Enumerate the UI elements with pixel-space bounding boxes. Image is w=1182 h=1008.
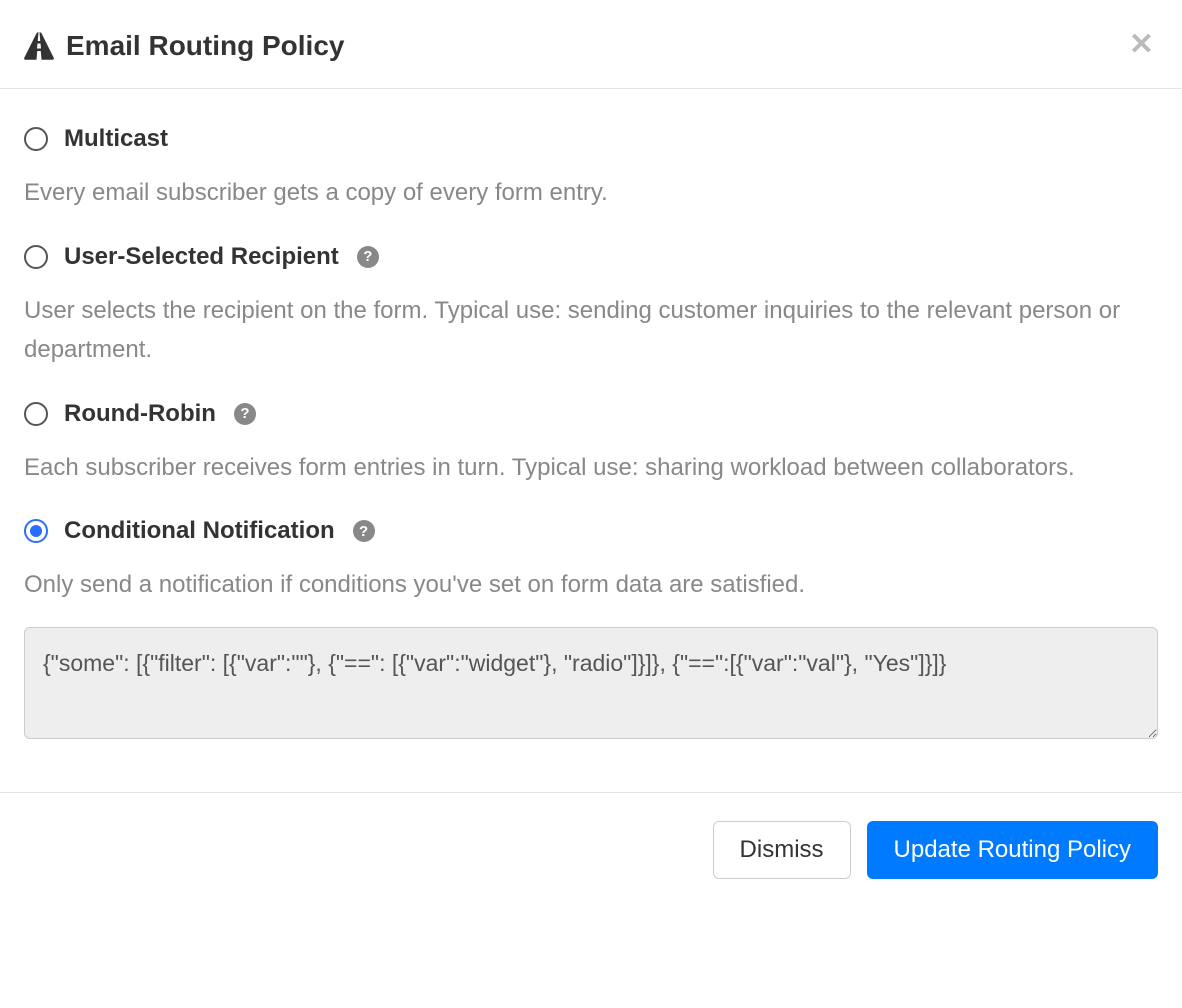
option-user-selected: User-Selected Recipient ? User selects t…: [24, 243, 1158, 370]
update-button[interactable]: Update Routing Policy: [867, 821, 1158, 879]
option-description: Only send a notification if conditions y…: [24, 565, 1158, 605]
option-description: Every email subscriber gets a copy of ev…: [24, 173, 1158, 213]
modal-title: Email Routing Policy: [24, 30, 344, 62]
option-header: Round-Robin ?: [24, 400, 1158, 428]
close-button[interactable]: ✕: [1125, 30, 1158, 60]
help-icon[interactable]: ?: [357, 246, 379, 268]
option-description: User selects the recipient on the form. …: [24, 291, 1158, 370]
close-icon: ✕: [1129, 28, 1154, 61]
help-icon[interactable]: ?: [353, 520, 375, 542]
option-header: Conditional Notification ?: [24, 517, 1158, 545]
help-icon[interactable]: ?: [234, 403, 256, 425]
option-conditional: Conditional Notification ? Only send a n…: [24, 517, 1158, 744]
modal-title-text: Email Routing Policy: [66, 30, 344, 62]
option-label: User-Selected Recipient: [64, 243, 339, 271]
option-description: Each subscriber receives form entries in…: [24, 448, 1158, 488]
option-header: User-Selected Recipient ?: [24, 243, 1158, 271]
modal-body: Multicast Every email subscriber gets a …: [0, 89, 1182, 792]
option-multicast: Multicast Every email subscriber gets a …: [24, 125, 1158, 213]
radio-round-robin[interactable]: [24, 402, 48, 426]
option-header: Multicast: [24, 125, 1158, 153]
dismiss-button[interactable]: Dismiss: [713, 821, 851, 879]
option-label: Round-Robin: [64, 400, 216, 428]
option-round-robin: Round-Robin ? Each subscriber receives f…: [24, 400, 1158, 488]
modal-header: Email Routing Policy ✕: [0, 0, 1182, 89]
option-label: Conditional Notification: [64, 517, 335, 545]
radio-user-selected[interactable]: [24, 245, 48, 269]
radio-conditional[interactable]: [24, 519, 48, 543]
modal-footer: Dismiss Update Routing Policy: [0, 792, 1182, 907]
road-icon: [24, 32, 54, 60]
option-label: Multicast: [64, 125, 168, 153]
radio-multicast[interactable]: [24, 127, 48, 151]
condition-code-input[interactable]: {"some": [{"filter": [{"var":""}, {"==":…: [24, 627, 1158, 739]
